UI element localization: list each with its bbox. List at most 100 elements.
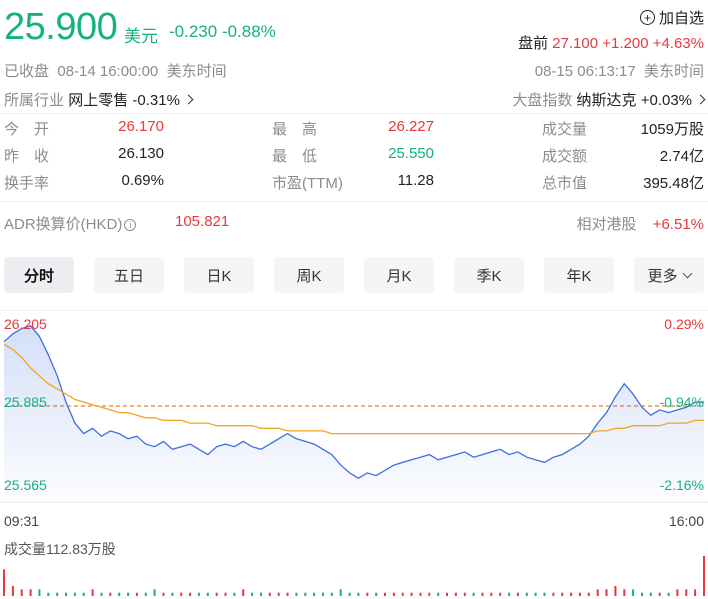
volume-bar: [100, 592, 103, 596]
volume-bar: [65, 592, 67, 596]
volume-bar: [91, 589, 94, 596]
volume-bar: [587, 592, 590, 596]
status-row: 已收盘 08-14 16:00:00 美东时间 08-15 06:13:17 美…: [4, 60, 704, 81]
volume-bar: [304, 592, 307, 596]
volume-bar: [525, 592, 528, 596]
volume-bar: [82, 592, 85, 596]
chevron-down-icon: [682, 268, 692, 278]
last-price: 25.900: [4, 6, 118, 48]
axis-end-time: 16:00: [668, 513, 704, 529]
volume-bar: [109, 592, 112, 596]
stat-value: 0.69%: [121, 172, 164, 189]
industry-link[interactable]: 所属行业 网上零售 -0.31%: [4, 92, 194, 109]
adr-label: ADR换算价(HKD): [4, 216, 123, 233]
tab-weekly[interactable]: 周K: [274, 257, 344, 293]
volume-bar: [348, 592, 351, 596]
volume-bar: [632, 589, 635, 596]
volume-bar: [561, 592, 564, 596]
stat-value: 11.28: [397, 172, 434, 189]
period-tabs: 分时 五日 日K 周K 月K 季K 年K 更多: [4, 257, 704, 295]
tab-daily[interactable]: 日K: [184, 257, 254, 293]
industry-change: -0.31%: [132, 92, 180, 109]
divider: [0, 201, 708, 202]
industry-row: 所属行业 网上零售 -0.31% 大盘指数 纳斯达克 +0.03%: [4, 89, 706, 110]
volume-bar: [127, 592, 130, 596]
price-change: -0.230 -0.88%: [169, 22, 276, 41]
axis-top-pct: 0.29%: [664, 316, 704, 332]
stat-label: 最 低: [272, 148, 318, 165]
volume-bar: [162, 592, 165, 596]
volume-bar: [242, 589, 245, 596]
volume-bar: [703, 556, 705, 596]
stat-item: 成交量 1059万股: [542, 118, 704, 138]
volume-bar: [73, 592, 76, 596]
average-line: [3, 343, 704, 435]
stat-label: 今 开: [4, 121, 50, 138]
stat-label: 市盈(TTM): [272, 175, 343, 192]
stat-value: 1059万股: [640, 121, 704, 138]
volume-bar: [3, 569, 5, 596]
stat-label: 成交额: [542, 148, 588, 165]
chevron-right-icon: [695, 94, 706, 105]
tab-5day[interactable]: 五日: [94, 257, 164, 293]
volume-bar: [215, 592, 218, 596]
hk-relative-value: +6.51%: [652, 216, 704, 233]
volume-bar: [366, 592, 369, 596]
stat-label: 成交量: [542, 121, 588, 138]
tab-quarterly[interactable]: 季K: [454, 257, 524, 293]
chevron-right-icon: [183, 94, 194, 105]
divider: [0, 113, 708, 114]
tab-more[interactable]: 更多: [634, 257, 704, 293]
stat-item: 成交额 2.74亿: [542, 145, 704, 165]
tab-monthly[interactable]: 月K: [364, 257, 434, 293]
stat-value: 25.550: [388, 145, 434, 162]
volume-bar: [667, 592, 670, 596]
volume-bar: [614, 586, 617, 596]
volume-label: 成交量112.83万股: [4, 541, 116, 557]
volume-bar: [685, 589, 688, 596]
premarket-label: 盘前: [518, 35, 549, 52]
volume-bar: [135, 592, 138, 596]
volume-bar: [552, 592, 555, 596]
premarket-value: 27.100 +1.200 +4.63%: [552, 35, 704, 52]
volume-bar: [375, 592, 378, 596]
volume-bar: [224, 592, 227, 596]
axis-mid-pct: -0.94%: [659, 394, 704, 410]
volume-bar: [481, 592, 484, 596]
premarket-quote: 盘前 27.100 +1.200 +4.63%: [518, 32, 704, 53]
volume-bar: [38, 589, 41, 596]
volume-bar: [330, 592, 333, 596]
volume-bar: [658, 592, 661, 596]
tab-intraday[interactable]: 分时: [4, 257, 74, 293]
info-icon[interactable]: i: [124, 219, 137, 231]
volume-bar: [29, 589, 32, 596]
volume-bar: [463, 592, 466, 596]
industry-name: 网上零售: [68, 92, 129, 109]
volume-bar: [605, 589, 608, 596]
stat-item: 换手率 0.69%: [4, 172, 164, 192]
volume-bar: [144, 592, 147, 596]
volume-bar: [171, 592, 174, 596]
index-link[interactable]: 大盘指数 纳斯达克 +0.03%: [512, 89, 706, 110]
stat-label: 总市值: [542, 175, 588, 192]
volume-bar: [153, 589, 156, 596]
volume-bar: [419, 592, 422, 596]
volume-bar: [339, 589, 342, 596]
stat-value: 395.48亿: [643, 175, 704, 192]
currency-label: 美元: [124, 27, 158, 46]
tab-yearly[interactable]: 年K: [544, 257, 614, 293]
volume-bar: [56, 592, 59, 596]
index-change: +0.03%: [640, 92, 692, 109]
volume-bar: [694, 589, 697, 596]
price-area: [4, 325, 704, 500]
volume-bar: [641, 592, 643, 596]
add-watchlist-button[interactable]: + 加自选: [639, 7, 704, 28]
index-name: 纳斯达克: [576, 92, 637, 109]
volume-bar: [313, 592, 316, 596]
volume-bar: [11, 586, 14, 596]
volume-bar: [357, 592, 360, 596]
volume-bar: [570, 592, 573, 596]
stat-item: 总市值 395.48亿: [542, 172, 704, 192]
volume-bar: [322, 592, 324, 596]
premarket-time: 08-15 06:13:17 美东时间: [534, 63, 704, 80]
